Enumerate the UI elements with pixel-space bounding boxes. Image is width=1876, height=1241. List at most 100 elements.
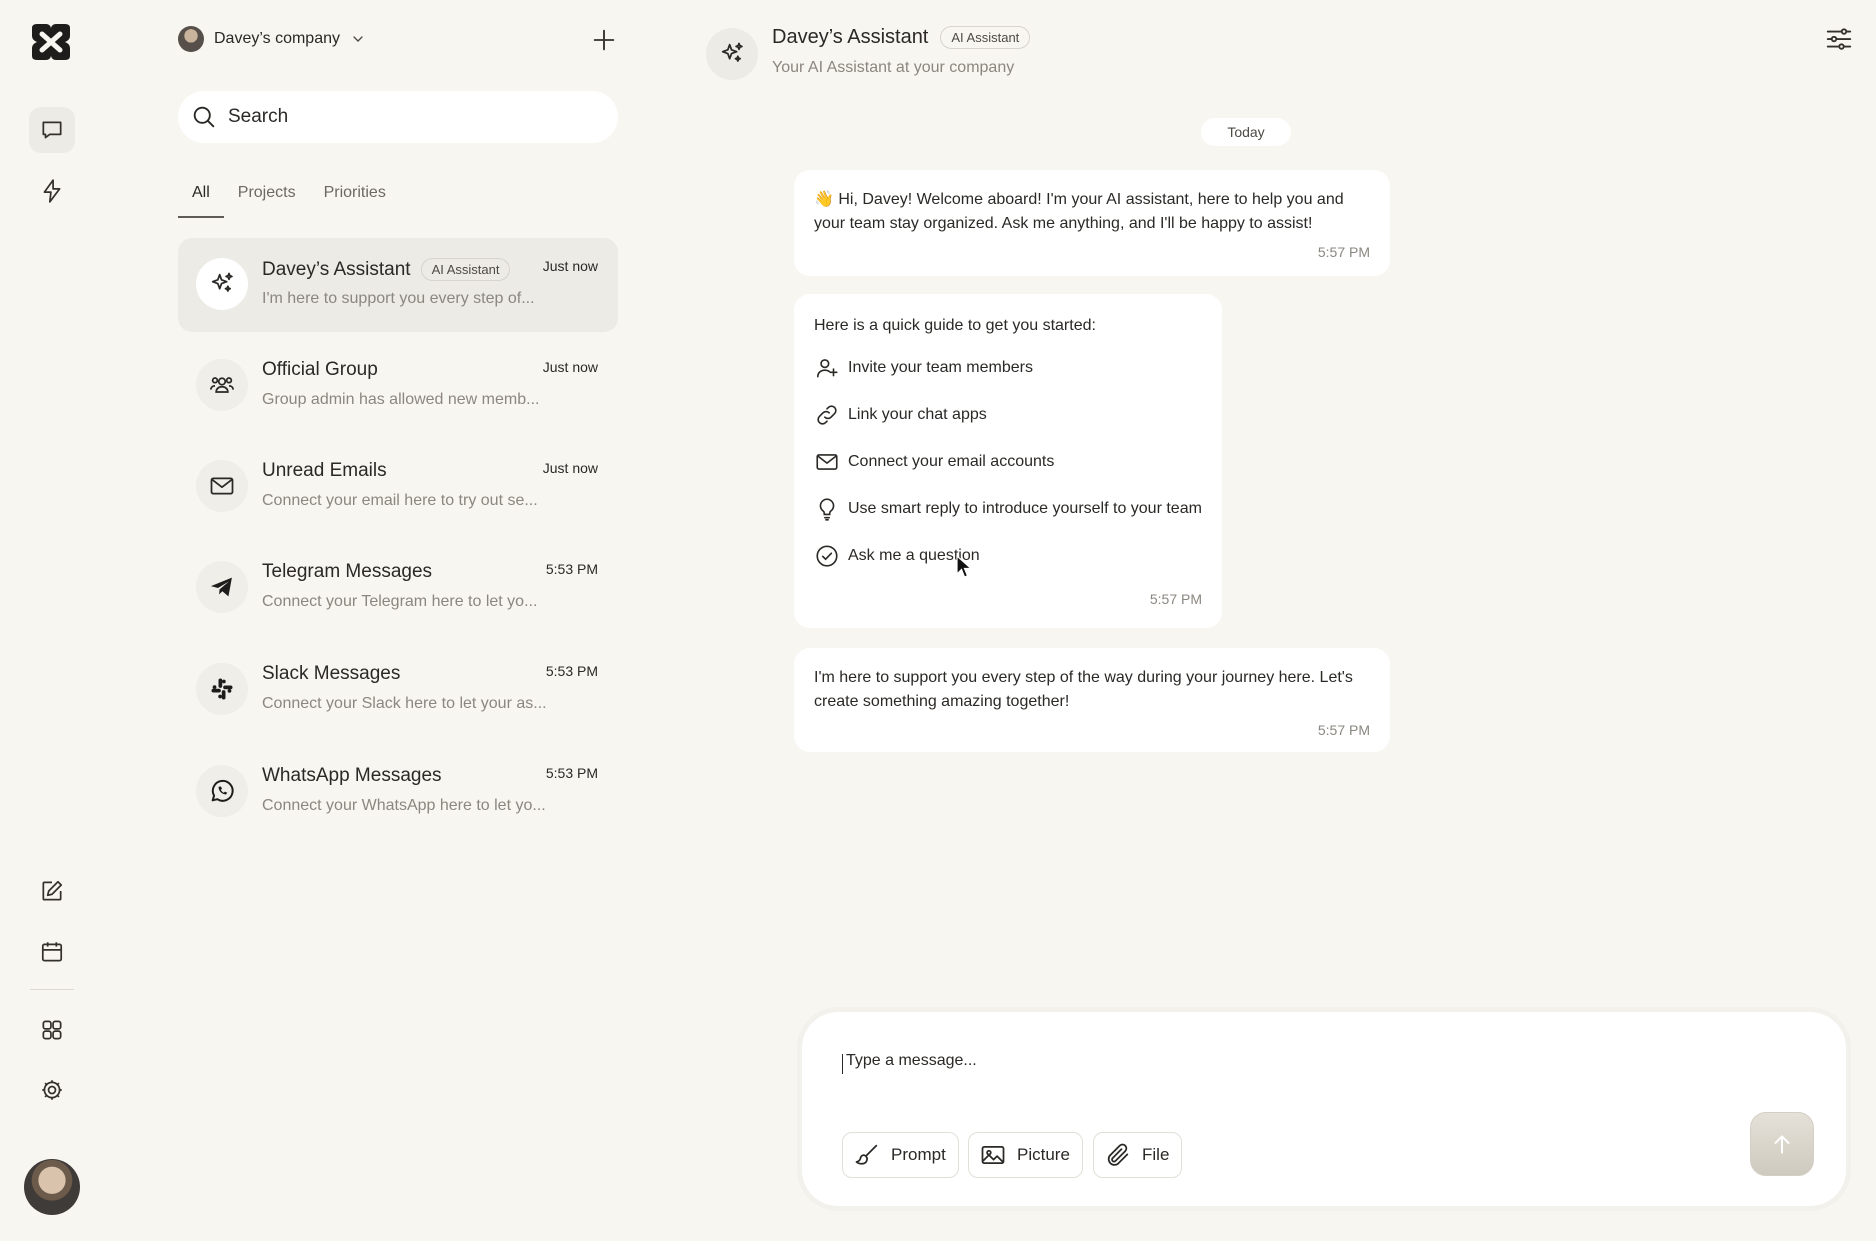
message-time: 5:57 PM: [1317, 244, 1370, 260]
chat-bubble-icon: [39, 117, 65, 143]
rail-calendar-button[interactable]: [29, 929, 75, 975]
assistant-avatar: [706, 28, 758, 80]
chat-title: Davey’s Assistant AI Assistant: [772, 26, 1031, 49]
chat-subtitle: Your AI Assistant at your company: [772, 59, 1015, 76]
rail-compose-button[interactable]: [29, 868, 75, 914]
chat-item-assistant[interactable]: Davey’s Assistant AI Assistant Just now …: [178, 238, 618, 332]
chat-item-name: Official Group: [262, 359, 378, 380]
group-icon: [196, 359, 248, 411]
company-avatar: [178, 26, 204, 52]
guide-item-smart-reply[interactable]: Use smart reply to introduce yourself to…: [814, 485, 1202, 532]
message-text: I'm here to support you every step of th…: [814, 669, 1353, 710]
chevron-down-icon: [350, 31, 366, 47]
rail-settings-button[interactable]: [29, 1067, 75, 1113]
left-rail: [0, 0, 104, 1241]
chat-item-time: Just now: [542, 258, 598, 274]
message-time: 5:57 PM: [1149, 591, 1202, 607]
chat-item-official-group[interactable]: Official Group Just now Group admin has …: [178, 339, 618, 433]
new-chat-button[interactable]: [590, 26, 618, 54]
company-switcher[interactable]: Davey’s company: [178, 24, 366, 54]
chat-item-time: 5:53 PM: [545, 663, 598, 679]
rail-divider: [30, 989, 74, 990]
chat-item-name: Unread Emails: [262, 460, 387, 481]
telegram-icon: [196, 561, 248, 613]
chat-filter-tabs: All Projects Priorities: [178, 176, 618, 218]
chat-item-slack[interactable]: Slack Messages 5:53 PM Connect your Slac…: [178, 643, 618, 737]
guide-intro: Here is a quick guide to get you started…: [814, 317, 1096, 334]
search-input[interactable]: [228, 106, 588, 128]
tab-all[interactable]: All: [178, 176, 224, 218]
chat-item-preview: Connect your Slack here to let your as..…: [262, 695, 547, 712]
guide-item-link-apps[interactable]: Link your chat apps: [814, 391, 1202, 438]
message-quick-guide: Here is a quick guide to get you started…: [794, 294, 1222, 628]
ai-assistant-badge: AI Assistant: [420, 258, 511, 281]
guide-item-connect-email[interactable]: Connect your email accounts: [814, 438, 1202, 485]
arrow-up-icon: [1769, 1131, 1795, 1157]
chat-item-time: 5:53 PM: [545, 765, 598, 781]
rail-apps-button[interactable]: [29, 1007, 75, 1053]
prompt-button[interactable]: Prompt: [842, 1132, 959, 1178]
rail-automations-button[interactable]: [29, 168, 75, 214]
grid-icon: [39, 1017, 65, 1043]
chat-item-preview: I'm here to support you every step of...: [262, 290, 535, 307]
chat-item-name: Slack Messages: [262, 663, 401, 684]
edit-icon: [39, 878, 65, 904]
lightbulb-icon: [814, 496, 840, 522]
check-circle-icon: [814, 543, 840, 569]
file-button-label: File: [1142, 1145, 1170, 1164]
chat-title-text: Davey’s Assistant: [772, 26, 929, 48]
search-icon: [190, 103, 218, 131]
plus-icon: [590, 26, 618, 54]
chat-item-telegram[interactable]: Telegram Messages 5:53 PM Connect your T…: [178, 541, 618, 635]
guide-item-ask-question[interactable]: Ask me a question: [814, 532, 1202, 579]
app-logo-icon[interactable]: [28, 22, 74, 62]
message-text: 👋 Hi, Davey! Welcome aboard! I'm your AI…: [814, 191, 1344, 232]
chat-list-panel: Davey’s company All Projects Priorities: [178, 0, 618, 1241]
message-composer: Prompt Picture File: [802, 1012, 1846, 1206]
day-separator: Today: [1201, 118, 1291, 146]
chat-item-preview: Group admin has allowed new memb...: [262, 391, 540, 408]
picture-button-label: Picture: [1017, 1145, 1070, 1164]
calendar-icon: [39, 939, 65, 965]
sparkles-icon: [196, 258, 248, 310]
file-button[interactable]: File: [1093, 1132, 1183, 1178]
link-icon: [814, 402, 840, 428]
prompt-button-label: Prompt: [891, 1145, 946, 1164]
rail-chat-button[interactable]: [29, 107, 75, 153]
chat-item-name: Telegram Messages: [262, 561, 433, 582]
chat-item-time: Just now: [542, 460, 598, 476]
tab-projects[interactable]: Projects: [224, 176, 310, 218]
company-name: Davey’s company: [214, 30, 340, 47]
chat-item-time: 5:53 PM: [545, 561, 598, 577]
image-icon: [979, 1141, 1007, 1169]
message-input[interactable]: [842, 1052, 1722, 1092]
paperclip-icon: [1104, 1141, 1132, 1169]
chat-item-name: Davey’s Assistant AI Assistant: [262, 258, 511, 281]
ai-assistant-badge: AI Assistant: [940, 26, 1031, 49]
user-avatar[interactable]: [24, 1159, 80, 1215]
chat-item-time: Just now: [542, 359, 598, 375]
send-button[interactable]: [1750, 1112, 1814, 1176]
slack-icon: [196, 663, 248, 715]
chat-item-unread-emails[interactable]: Unread Emails Just now Connect your emai…: [178, 440, 618, 534]
sparkles-icon: [718, 40, 746, 68]
message-welcome: 👋 Hi, Davey! Welcome aboard! I'm your AI…: [794, 170, 1390, 276]
mail-icon: [814, 449, 840, 475]
chat-item-preview: Connect your email here to try out se...: [262, 492, 538, 509]
chat-item-name: WhatsApp Messages: [262, 765, 442, 786]
mouse-cursor-icon: [956, 555, 974, 579]
sliders-icon: [1824, 24, 1854, 54]
chat-settings-button[interactable]: [1824, 24, 1854, 54]
lightning-icon: [39, 178, 65, 204]
wave-emoji: 👋: [814, 191, 834, 208]
mail-icon: [196, 460, 248, 512]
chat-item-preview: Connect your Telegram here to let yo...: [262, 593, 538, 610]
picture-button[interactable]: Picture: [968, 1132, 1083, 1178]
chat-item-preview: Connect your WhatsApp here to let yo...: [262, 797, 546, 814]
message-support: I'm here to support you every step of th…: [794, 648, 1390, 752]
tab-priorities[interactable]: Priorities: [310, 176, 400, 218]
guide-item-invite[interactable]: Invite your team members: [814, 344, 1202, 391]
search-bar[interactable]: [178, 91, 618, 143]
chat-item-whatsapp[interactable]: WhatsApp Messages 5:53 PM Connect your W…: [178, 745, 618, 839]
message-time: 5:57 PM: [1317, 722, 1370, 738]
